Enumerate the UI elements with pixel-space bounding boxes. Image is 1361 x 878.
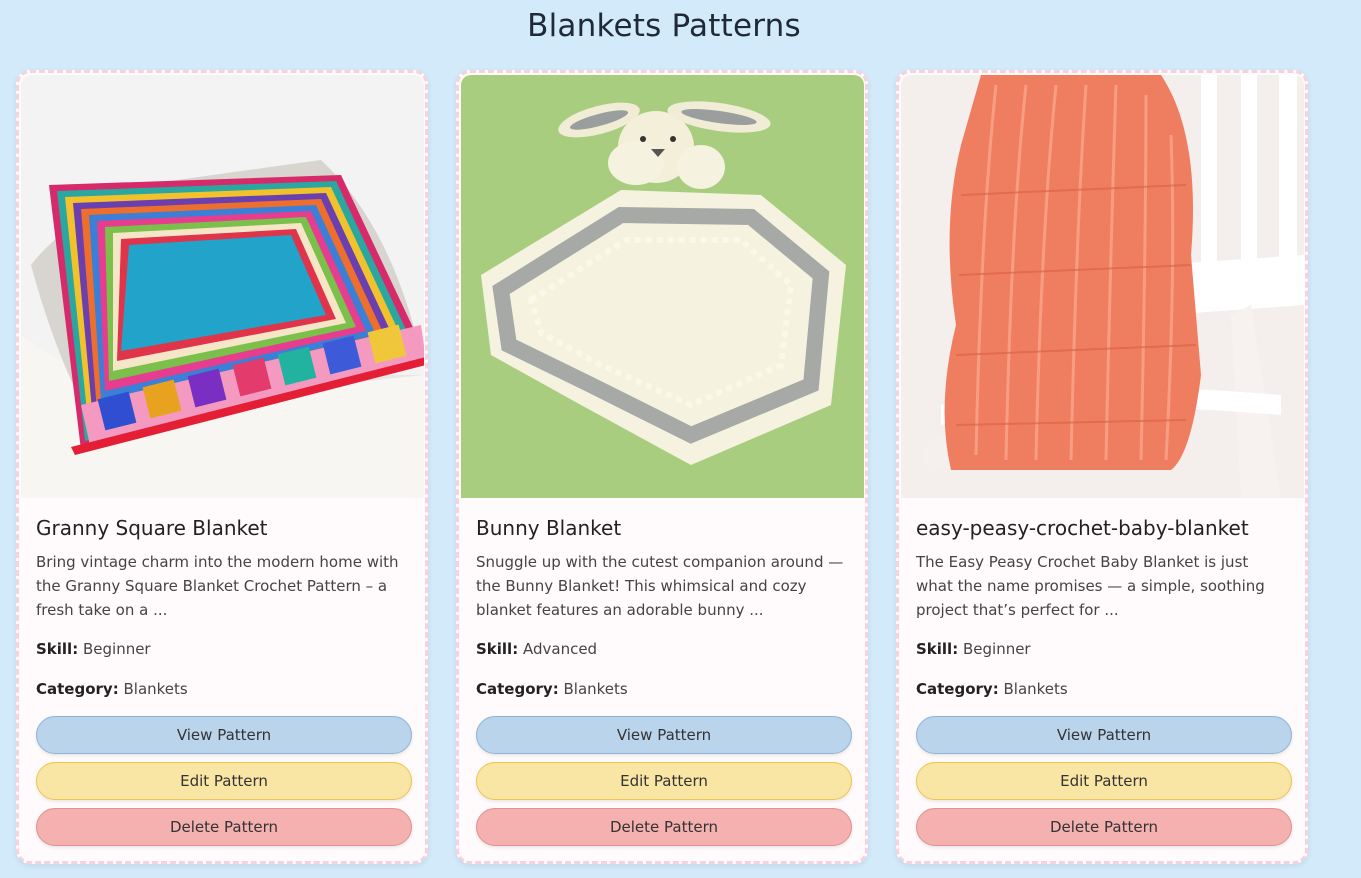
skill-label: Skill:: [36, 640, 79, 658]
delete-pattern-button[interactable]: Delete Pattern: [916, 808, 1292, 846]
granny-square-blanket-photo[interactable]: [21, 75, 424, 498]
pattern-description: Bring vintage charm into the modern home…: [36, 553, 399, 619]
pattern-title: easy-peasy-crochet-baby-blanket: [916, 516, 1249, 540]
skill-row: Skill: Advanced: [476, 640, 597, 658]
pattern-title: Granny Square Blanket: [36, 516, 268, 540]
category-row: Category: Blankets: [916, 680, 1068, 698]
category-row: Category: Blankets: [476, 680, 628, 698]
category-value: Blankets: [1003, 680, 1068, 698]
skill-row: Skill: Beginner: [36, 640, 151, 658]
view-pattern-button[interactable]: View Pattern: [36, 716, 412, 754]
pattern-title: Bunny Blanket: [476, 516, 622, 540]
orange-baby-blanket-photo[interactable]: [901, 75, 1304, 498]
pattern-card: Bunny Blanket Snuggle up with the cutest…: [456, 70, 868, 864]
skill-row: Skill: Beginner: [916, 640, 1031, 658]
skill-label: Skill:: [916, 640, 959, 658]
category-value: Blankets: [123, 680, 188, 698]
view-pattern-button[interactable]: View Pattern: [476, 716, 852, 754]
delete-pattern-button[interactable]: Delete Pattern: [36, 808, 412, 846]
skill-value: Advanced: [522, 640, 598, 658]
edit-pattern-button[interactable]: Edit Pattern: [36, 762, 412, 800]
skill-value: Beginner: [82, 640, 151, 658]
pattern-card: Granny Square Blanket Bring vintage char…: [16, 70, 428, 864]
category-value: Blankets: [563, 680, 628, 698]
view-pattern-button[interactable]: View Pattern: [916, 716, 1292, 754]
pattern-description: The Easy Peasy Crochet Baby Blanket is j…: [916, 553, 1265, 619]
delete-pattern-button[interactable]: Delete Pattern: [476, 808, 852, 846]
page-title: Blankets Patterns: [527, 8, 801, 44]
category-label: Category:: [36, 680, 119, 698]
skill-value: Beginner: [962, 640, 1031, 658]
category-row: Category: Blankets: [36, 680, 188, 698]
category-label: Category:: [916, 680, 999, 698]
pattern-card: easy-peasy-crochet-baby-blanket The Easy…: [896, 70, 1308, 864]
skill-label: Skill:: [476, 640, 519, 658]
pattern-description: Snuggle up with the cutest companion aro…: [476, 553, 844, 619]
edit-pattern-button[interactable]: Edit Pattern: [916, 762, 1292, 800]
edit-pattern-button[interactable]: Edit Pattern: [476, 762, 852, 800]
bunny-blanket-photo[interactable]: [461, 75, 864, 498]
category-label: Category:: [476, 680, 559, 698]
